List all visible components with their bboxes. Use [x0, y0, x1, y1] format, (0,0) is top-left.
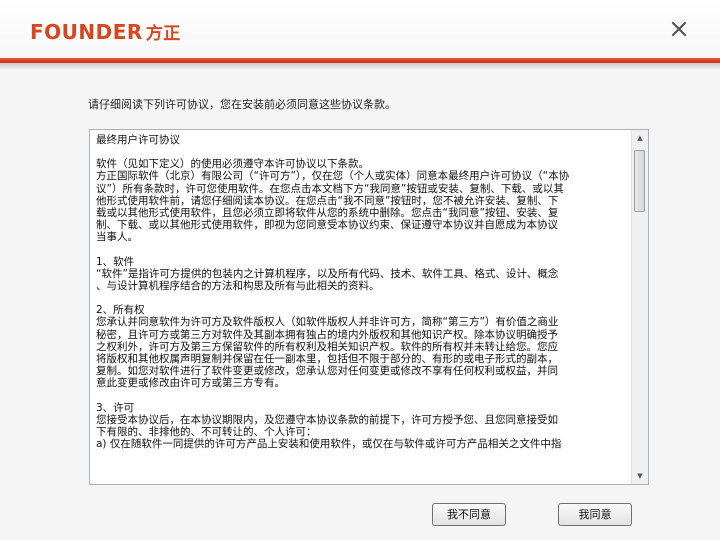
scroll-down-arrow-icon[interactable]: ▼ [632, 468, 648, 484]
license-line: 最终用户许可协议 [96, 134, 180, 146]
license-scrollbar[interactable]: ▲ ▼ [631, 130, 648, 484]
license-line: 您承认并同意软件为许可方及软件版权人（如软件版权人并非许可方，简称“第三方”）有… [96, 316, 559, 329]
license-line: “软件”是指许可方提供的包装内之计算机程序，以及所有代码、技术、软件工具、格式、… [96, 267, 559, 280]
license-text: 最终用户许可协议软件（见如下定义）的使用必须遵守本许可协议以下条款。 方正国际软件… [90, 130, 631, 484]
license-line: 意此变更或修改由许可方或第三方专有。 [96, 377, 285, 390]
license-line: 3、许可 [96, 401, 135, 414]
license-line: 软件（见如下定义）的使用必须遵守本许可协议以下条款。 [96, 158, 369, 171]
license-line [96, 390, 625, 402]
license-line: 将版权和其他权属声明复制并保留在任一副本里，包括但不限于部分的、有形的或电子形式… [96, 353, 558, 366]
header-shadow-stripe [0, 63, 720, 69]
license-line: 复制。如您对软件进行了软件变更或修改，您承认您对任何变更或修改不享有任何权利或权… [96, 365, 558, 378]
title-bar: FOUNDER 方正 [0, 0, 720, 62]
license-line: 方正国际软件（北京）有限公司（“许可方”），仅在您（个人或实体）同意本最终用户许… [96, 170, 570, 183]
agree-button[interactable]: 我同意 [558, 503, 632, 526]
license-line: a) 仅在随软件一同提供的许可方产品上安装和使用软件，或仅在与软件或许可方产品相… [96, 438, 562, 451]
license-line: 制、下载、或以其他形式使用软件，即视为您同意受本协议约束、保证遵守本协议并自愿成… [96, 219, 558, 232]
founder-logo: FOUNDER 方正 [30, 20, 181, 46]
license-line [96, 146, 625, 158]
intro-text: 请仔细阅读下列许可协议，您在安装前必须同意这些协议条款。 [88, 98, 396, 111]
license-line: 当事人。 [96, 231, 138, 244]
scroll-up-arrow-icon[interactable]: ▲ [632, 130, 648, 146]
license-line: 之权利外，许可方及第三方保留软件的所有权利及相关知识产权。软件的所有权并未转让给… [96, 340, 558, 353]
license-line: 载或以其他形式使用软件，且您必须立即将软件从您的系统中删除。您点击“我同意”按钮… [96, 207, 559, 220]
license-textbox[interactable]: 最终用户许可协议软件（见如下定义）的使用必须遵守本许可协议以下条款。 方正国际软件… [89, 129, 649, 485]
license-line: 议”）所有条款时，许可您使用软件。在您点击本文档下方“我同意”按钮或安装、复制、… [96, 182, 564, 195]
license-line [96, 292, 625, 304]
license-line: 他形式使用软件前，请您仔细阅读本协议。在您点击“我不同意”按钮时，您不被允许安装… [96, 194, 559, 207]
license-line: 、与设计算机程序结合的方法和构思及所有与此相关的资料。 [96, 280, 380, 293]
logo-main-text: FOUNDER [30, 20, 143, 44]
license-line: 1、软件 [96, 255, 135, 268]
logo-sub-text: 方正 [145, 24, 181, 44]
license-line: 您接受本协议后，在本协议期限内，及您遵守本协议条款的前提下，许可方授予您、且您同… [96, 413, 558, 426]
license-line: 下有限的、非排他的、不可转让的、个人许可： [96, 426, 317, 439]
close-icon[interactable] [670, 20, 688, 38]
disagree-button[interactable]: 我不同意 [432, 503, 506, 526]
license-line: 2、所有权 [96, 304, 145, 317]
license-line: 秘密，且许可方或第三方对软件及其副本拥有独占的境内外版权和其他知识产权。除本协议… [96, 328, 558, 341]
scroll-thumb[interactable] [634, 150, 645, 212]
license-line [96, 244, 625, 256]
